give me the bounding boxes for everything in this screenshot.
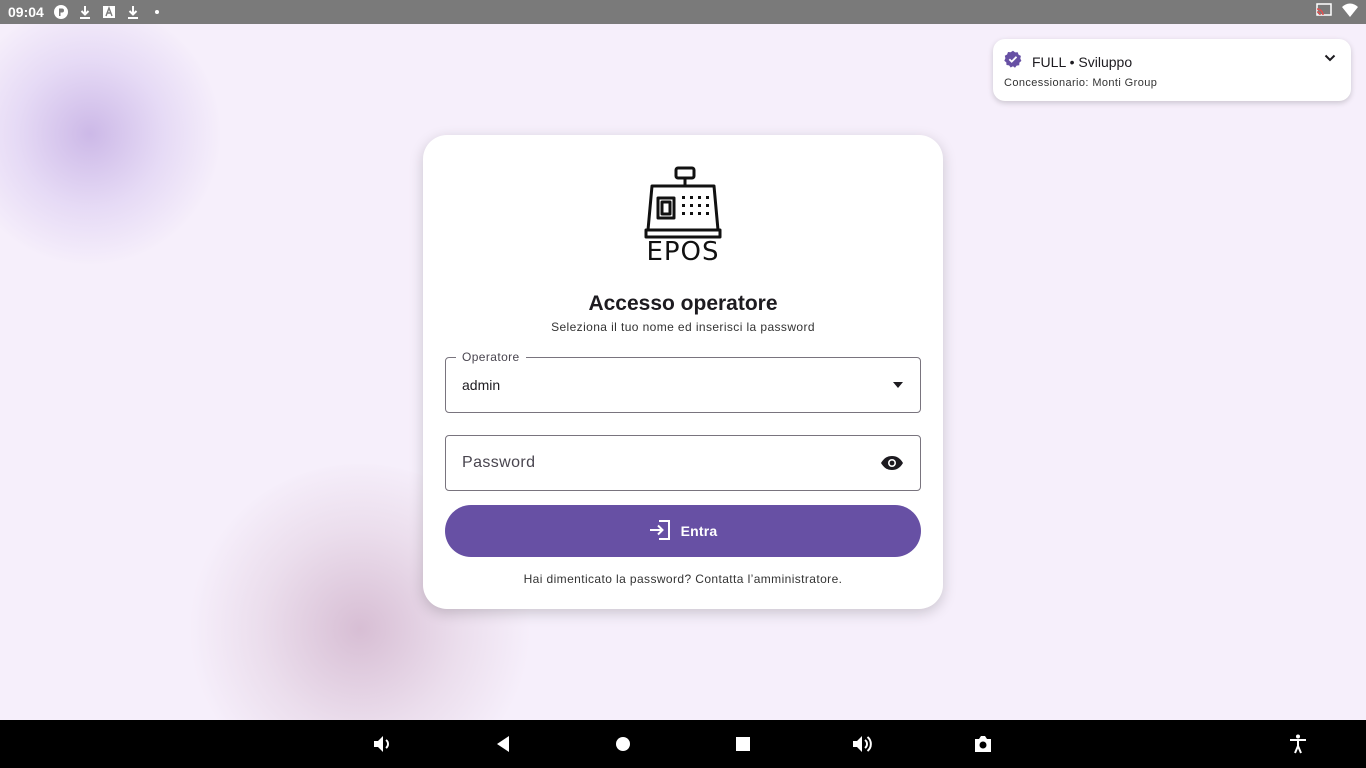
password-placeholder: Password <box>462 454 536 471</box>
dropdown-arrow-icon[interactable] <box>892 381 904 389</box>
wifi-icon <box>1342 3 1358 22</box>
download-icon <box>78 5 92 19</box>
login-button[interactable]: Entra <box>445 505 921 557</box>
logo-text: EPOS <box>646 237 720 267</box>
eye-icon[interactable] <box>880 455 904 471</box>
accessibility-icon[interactable] <box>1286 732 1310 756</box>
status-time: 09:04 <box>8 4 44 20</box>
dot-icon <box>150 5 164 19</box>
cash-register-logo-icon: EPOS <box>644 165 722 269</box>
download-icon <box>126 5 140 19</box>
chevron-down-icon[interactable] <box>1323 51 1337 70</box>
app-notification-icon <box>53 5 68 19</box>
forgot-password-text: Hai dimenticato la password? Contatta l’… <box>523 572 843 586</box>
status-bar: 09:04 <box>0 0 1366 24</box>
page-title: Accesso operatore <box>588 292 778 315</box>
login-card: EPOS Accesso operatore Seleziona il tuo … <box>423 135 943 609</box>
cast-icon <box>1316 2 1332 22</box>
license-dealer: Concessionario: Monti Group <box>1004 77 1158 89</box>
screenshot-icon[interactable] <box>971 732 995 756</box>
license-badge[interactable]: FULL • Sviluppo Concessionario: Monti Gr… <box>993 39 1351 101</box>
password-field[interactable]: Password <box>445 435 921 491</box>
login-button-label: Entra <box>680 523 718 539</box>
status-right <box>1316 2 1358 22</box>
operator-label: Operatore <box>456 350 526 364</box>
volume-down-icon[interactable] <box>371 732 395 756</box>
operator-select[interactable]: Operatore admin <box>445 350 921 413</box>
nav-bar <box>0 720 1366 768</box>
decor-blob <box>0 24 220 264</box>
home-icon[interactable] <box>611 732 635 756</box>
app-background: FULL • Sviluppo Concessionario: Monti Gr… <box>0 24 1366 720</box>
font-app-icon <box>102 5 116 19</box>
page-subtitle: Seleziona il tuo nome ed inserisci la pa… <box>551 320 815 334</box>
verified-icon <box>1004 50 1022 73</box>
operator-value: admin <box>462 377 501 393</box>
volume-up-icon[interactable] <box>851 732 875 756</box>
login-icon <box>649 519 671 543</box>
recents-icon[interactable] <box>731 732 755 756</box>
back-icon[interactable] <box>491 732 515 756</box>
license-edition: FULL • Sviluppo <box>1032 53 1133 70</box>
